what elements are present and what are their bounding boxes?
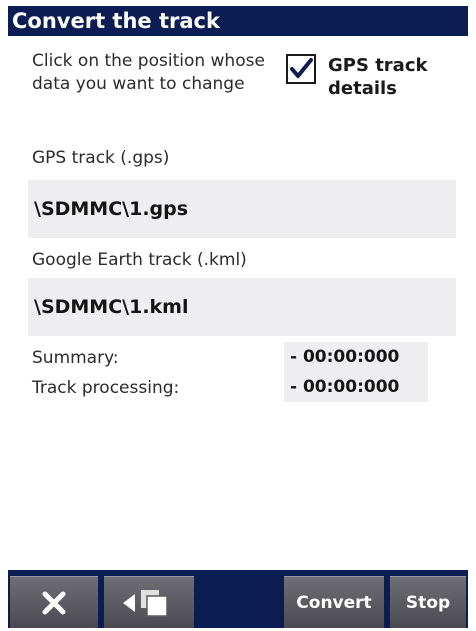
gps-details-label: GPS track details	[328, 55, 428, 99]
gps-track-label: GPS track (.gps)	[32, 148, 170, 168]
track-processing-label: Track processing:	[32, 378, 180, 398]
close-icon	[42, 591, 66, 614]
gps-track-field[interactable]: \SDMMC\1.gps	[28, 180, 456, 238]
content-panel: Click on the position whose data you wan…	[8, 36, 468, 570]
instruction-text: Click on the position whose data you wan…	[32, 51, 265, 94]
summary-value: - 00:00:000	[284, 342, 428, 372]
stop-button[interactable]: Stop	[390, 576, 466, 628]
checkmark-icon	[290, 58, 313, 78]
gps-details-checkbox[interactable]	[286, 54, 316, 84]
kml-track-label: Google Earth track (.kml)	[32, 250, 247, 270]
window-title: Convert the track	[8, 6, 468, 36]
convert-button[interactable]: Convert	[284, 576, 384, 628]
track-processing-value: - 00:00:000	[284, 372, 428, 402]
bottom-toolbar: Convert Stop	[8, 570, 468, 628]
summary-label: Summary:	[32, 348, 119, 368]
kml-track-field[interactable]: \SDMMC\1.kml	[28, 278, 456, 336]
back-button[interactable]	[104, 576, 194, 628]
back-windows-icon	[123, 589, 168, 617]
close-button[interactable]	[10, 576, 98, 628]
gps-details-toggle[interactable]: GPS track details	[286, 48, 466, 108]
